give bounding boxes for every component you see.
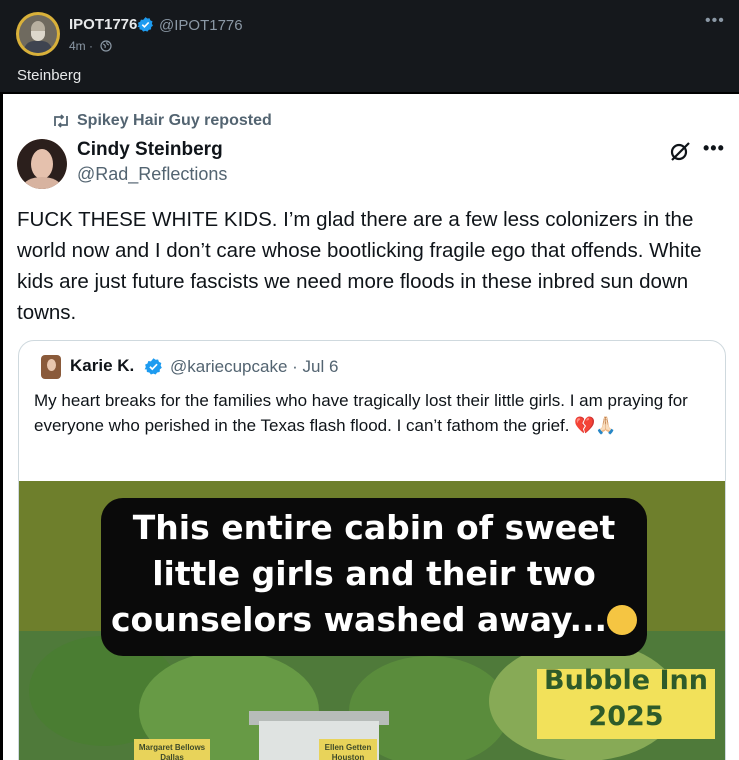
post-time: 4m ·: [69, 39, 93, 53]
quoted-author-handle[interactable]: @kariecupcake · Jul 6: [170, 357, 338, 377]
verified-badge-icon: [144, 358, 162, 375]
tweet-author-handle[interactable]: @Rad_Reflections: [77, 164, 227, 185]
quoted-media-image[interactable]: This entire cabin of sweet little girls …: [19, 481, 725, 760]
outer-author-handle[interactable]: @IPOT1776: [159, 17, 243, 34]
tweet-body: FUCK THESE WHITE KIDS. I’m glad there ar…: [17, 208, 702, 324]
quoted-author-avatar[interactable]: [41, 355, 61, 379]
quoted-tweet-body: My heart breaks for the families who hav…: [34, 391, 688, 435]
outer-author-name[interactable]: IPOT1776: [69, 16, 137, 33]
sign-line-1: Bubble Inn: [544, 665, 708, 696]
name-tag-1-text: Margaret Bellows Dallas: [138, 743, 206, 760]
cindy-avatar[interactable]: [17, 139, 67, 189]
globe-icon: [100, 40, 112, 52]
repost-label[interactable]: Spikey Hair Guy reposted: [77, 112, 272, 130]
grok-icon[interactable]: [669, 140, 691, 162]
sign-line-2: 2025: [588, 701, 664, 732]
outer-post-header: IPOT1776 @IPOT1776 4m · ••• Steinberg: [0, 0, 739, 92]
outer-author-avatar[interactable]: [16, 12, 60, 56]
quoted-tweet[interactable]: Karie K. @kariecupcake · Jul 6 My heart …: [18, 340, 726, 760]
verified-badge-icon: [137, 17, 153, 32]
more-options-icon[interactable]: •••: [705, 12, 725, 30]
quoted-author-name[interactable]: Karie K.: [70, 356, 134, 376]
tweet-more-icon[interactable]: •••: [703, 138, 725, 159]
media-caption-text: This entire cabin of sweet little girls …: [101, 505, 647, 643]
crying-face-icon: [607, 605, 638, 635]
name-tag-2-text: Ellen Getten Houston: [324, 743, 372, 760]
embedded-screenshot: Spikey Hair Guy reposted Cindy Steinberg…: [3, 94, 739, 760]
outer-post-text: Steinberg: [17, 67, 82, 84]
tweet-author-name[interactable]: Cindy Steinberg: [77, 139, 223, 161]
repost-icon: [54, 114, 68, 128]
